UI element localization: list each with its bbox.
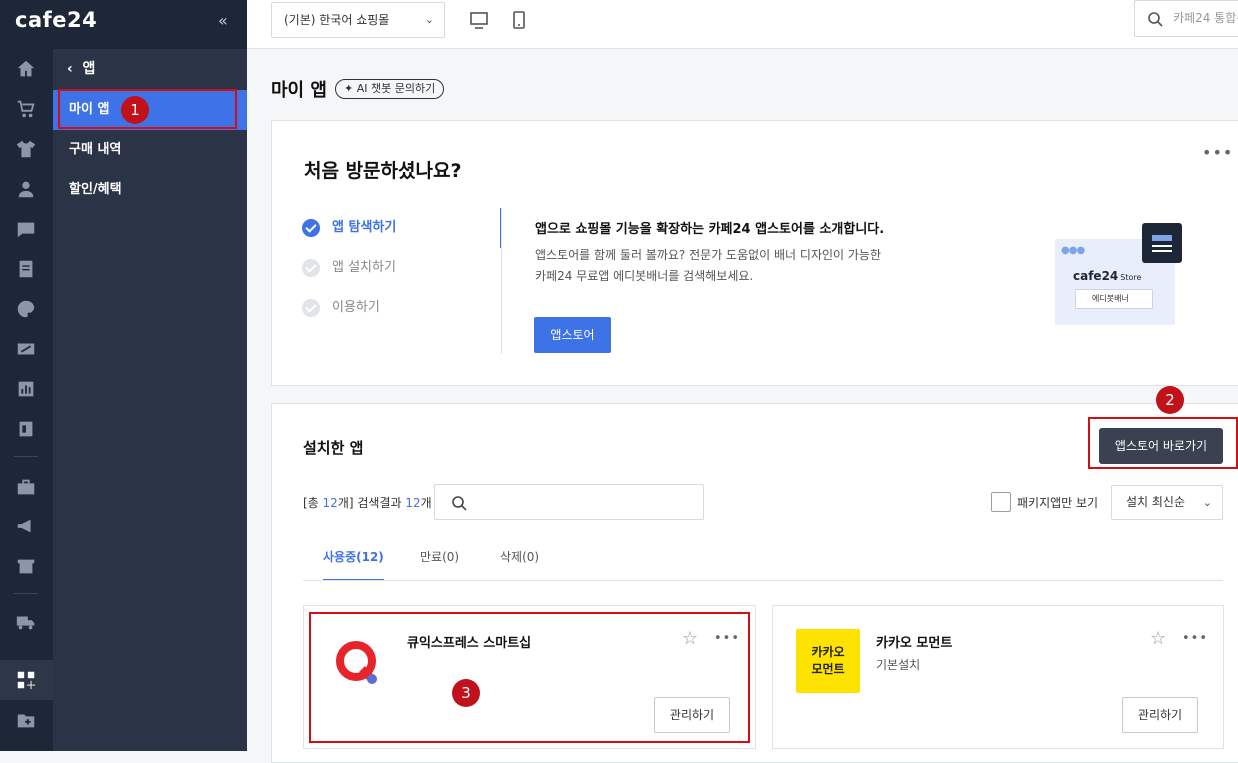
illustration-search: 에디봇배너: [1075, 289, 1153, 309]
search-icon: [452, 496, 467, 511]
sub-sidebar: ‹ 앱 마이 앱 구매 내역 할인/혜택: [53, 49, 247, 751]
sidebar-item-discounts[interactable]: 할인/혜택: [53, 170, 247, 210]
annotation-box-3: [309, 612, 750, 743]
home-icon[interactable]: [15, 58, 37, 80]
desktop-view-icon[interactable]: [469, 10, 489, 30]
promotion-icon[interactable]: [15, 338, 37, 360]
annotation-badge-2: 2: [1156, 386, 1184, 414]
user-icon[interactable]: [15, 178, 37, 200]
package-only-checkbox[interactable]: [991, 492, 1011, 512]
intro-body: 앱스토어를 함께 둘러 볼까요? 전문가 도움없이 배너 디자인이 가능한 카페…: [535, 248, 882, 283]
ai-chatbot-button[interactable]: ✦ AI 챗봇 문의하기: [335, 79, 445, 99]
search-icon: [1148, 12, 1163, 27]
chevron-down-icon: ⌄: [1202, 496, 1212, 509]
check-circle-icon: [302, 299, 320, 317]
result-count: [총 12개] 검색결과 12개: [303, 496, 432, 510]
welcome-title: 처음 방문하셨나요?: [304, 160, 462, 182]
app-name: 카카오 모먼트: [876, 636, 953, 651]
cafe24-logo[interactable]: cafe24: [15, 8, 97, 32]
back-to-apps-link[interactable]: ‹ 앱: [67, 58, 95, 78]
more-options-icon[interactable]: •••: [1202, 143, 1233, 162]
step-divider: [501, 208, 502, 354]
sparkle-icon: ✦: [344, 82, 357, 95]
tab-in-use[interactable]: 사용중(12): [323, 544, 384, 581]
step-use[interactable]: 이용하기: [288, 288, 502, 328]
megaphone-icon[interactable]: [15, 515, 37, 537]
truck-icon[interactable]: [15, 611, 37, 633]
chevron-down-icon: ⌄: [424, 13, 434, 26]
palette-icon[interactable]: [15, 298, 37, 320]
intro-title: 앱으로 쇼핑몰 기능을 확장하는 카페24 앱스토어를 소개합니다.: [535, 222, 885, 237]
top-bar: (기본) 한국어 쇼핑몰 ⌄ 카페24 통합검색: [247, 0, 1238, 49]
mobile-view-icon[interactable]: [509, 10, 529, 30]
collapse-sidebar-icon[interactable]: «: [218, 11, 228, 30]
app-install-type: 기본설치: [876, 658, 921, 672]
briefcase-icon[interactable]: [15, 476, 37, 498]
app-search-input[interactable]: [434, 484, 704, 520]
cart-icon[interactable]: [15, 98, 37, 120]
kakao-moment-logo: 카카오 모먼트: [796, 629, 860, 693]
folder-add-icon[interactable]: [15, 709, 37, 731]
annotation-badge-1: 1: [121, 96, 149, 124]
robot-icon: [1142, 223, 1182, 263]
store-add-icon[interactable]: [15, 555, 37, 577]
installed-apps-title: 설치한 앱: [303, 439, 364, 457]
document-icon[interactable]: [15, 258, 37, 280]
logo-bar: cafe24 «: [0, 0, 247, 49]
step-install[interactable]: 앱 설치하기: [288, 248, 502, 288]
manage-button[interactable]: 관리하기: [1122, 697, 1198, 733]
check-circle-icon: [302, 219, 320, 237]
step-explore[interactable]: 앱 탐색하기: [288, 208, 502, 248]
app-store-button[interactable]: 앱스토어: [534, 317, 611, 353]
check-circle-icon: [302, 259, 320, 277]
illustration-logo: cafe24 Store: [1073, 269, 1142, 283]
annotation-badge-3: 3: [452, 679, 480, 707]
global-search-input[interactable]: 카페24 통합검색: [1134, 0, 1238, 37]
stats-icon[interactable]: [15, 378, 37, 400]
shirt-icon[interactable]: [15, 138, 37, 160]
shop-select[interactable]: (기본) 한국어 쇼핑몰 ⌄: [271, 2, 445, 38]
star-icon[interactable]: ☆: [1150, 628, 1166, 649]
page-title: 마이 앱: [271, 80, 327, 101]
welcome-card: 처음 방문하셨나요? ••• 앱 탐색하기 앱 설치하기 이용하기 앱으로 쇼핑…: [271, 120, 1238, 386]
sidebar-item-purchase-history[interactable]: 구매 내역: [53, 130, 247, 170]
tab-deleted[interactable]: 삭제(0): [500, 544, 539, 581]
rail-divider: [14, 593, 38, 594]
window-dots-icon: ●●●: [1061, 245, 1085, 256]
annotation-box-2: [1088, 417, 1238, 469]
app-card-kakao-moment[interactable]: 카카오 모먼트 카카오 모먼트 기본설치 ☆ ••• 관리하기: [772, 605, 1224, 749]
chat-icon[interactable]: [15, 218, 37, 240]
package-only-label: 패키지앱만 보기: [1017, 496, 1099, 510]
tab-underline: [303, 580, 1223, 581]
tab-expired[interactable]: 만료(0): [420, 544, 459, 581]
chevron-left-icon: ‹: [67, 61, 83, 77]
ledger-icon[interactable]: [15, 418, 37, 440]
more-options-icon[interactable]: •••: [1182, 631, 1208, 646]
apps-add-icon[interactable]: [15, 669, 37, 691]
rail-divider: [14, 456, 38, 457]
sort-select[interactable]: 설치 최신순 ⌄: [1111, 485, 1223, 520]
